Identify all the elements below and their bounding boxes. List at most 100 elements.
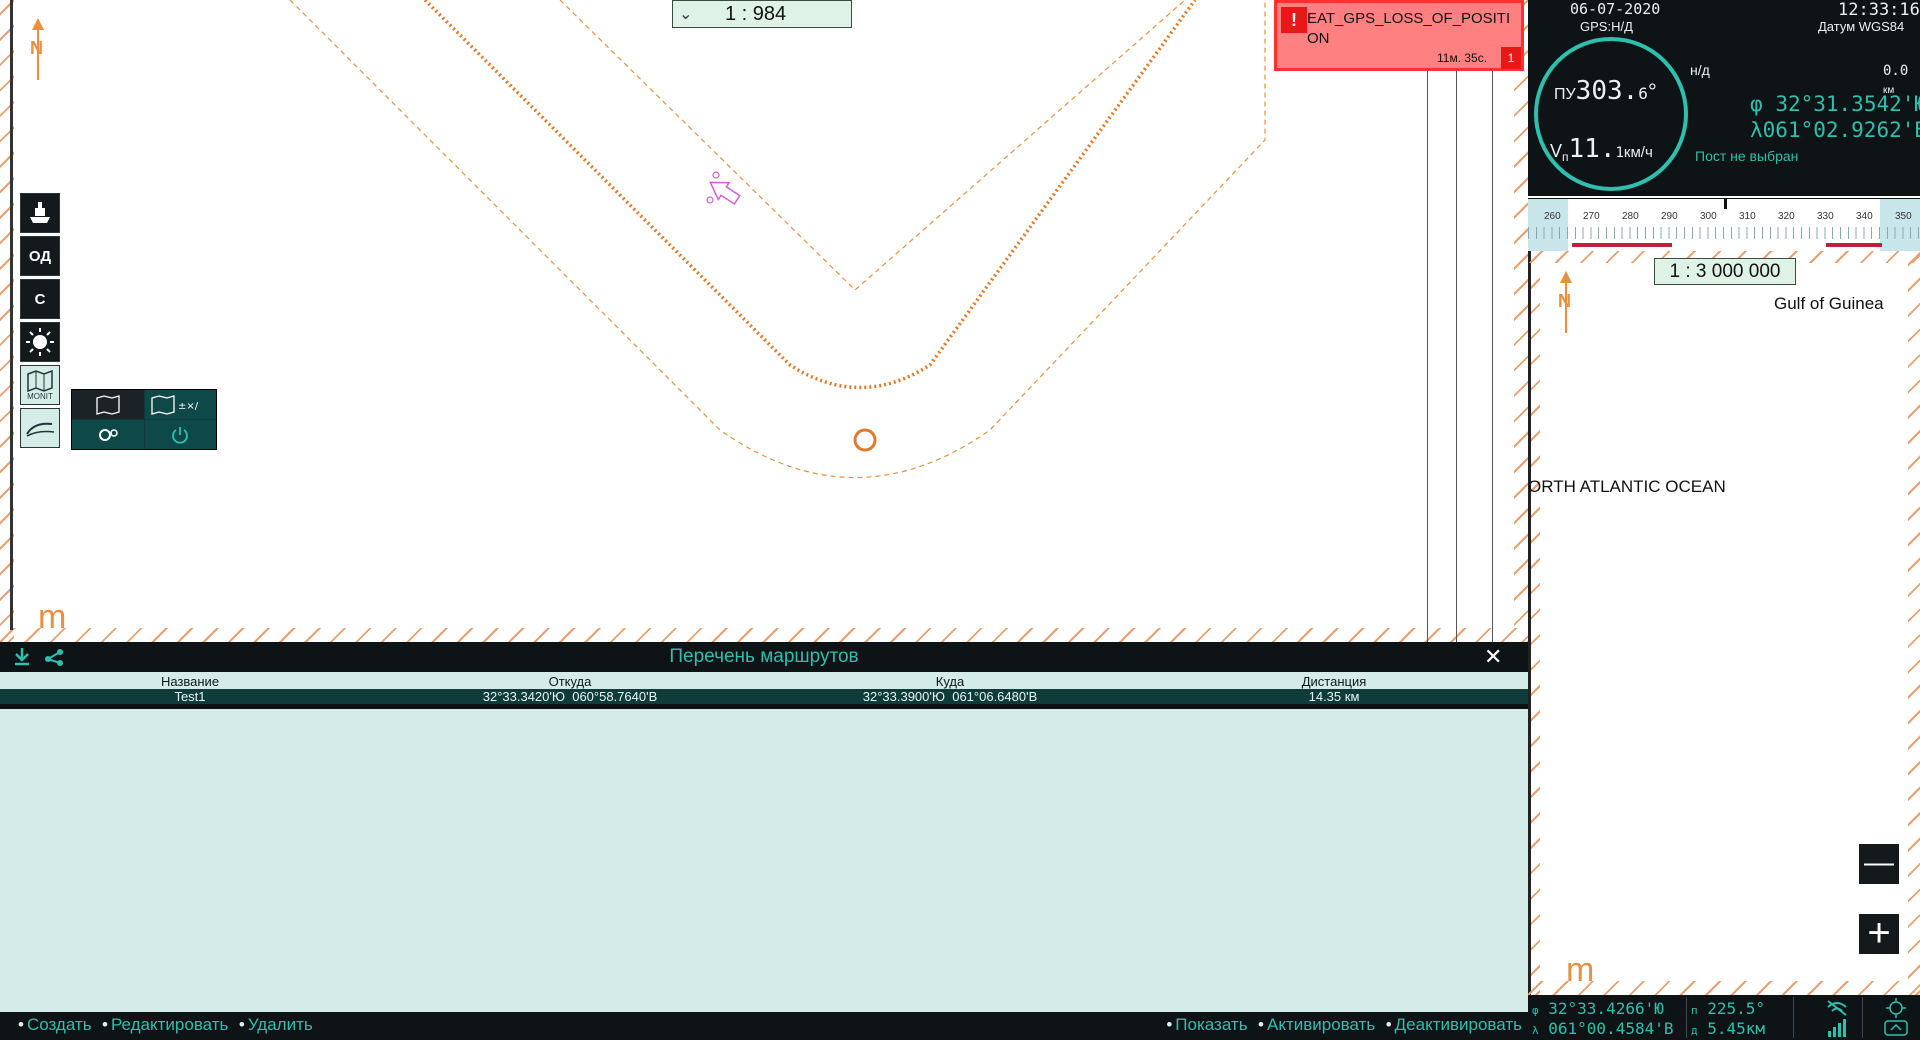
overview-units-label: m [1566,951,1595,989]
alarm-box[interactable]: ! EAT_GPS_LOSS_OF_POSITION 11м. 35с. 1 [1274,0,1524,71]
ruler-red-band [1826,243,1882,247]
routes-header: Перечень маршрутов ✕ [0,642,1528,672]
c-button-label: С [34,290,46,308]
cursor-lon-symbol: λ [1532,1024,1539,1037]
table-row-underline [0,704,1528,709]
speed-unit: км/ч [1623,144,1653,161]
cursor-lat-row: φ 32°33.4266'Ю [1532,999,1664,1018]
map-edit-icon[interactable]: ±×/ [144,390,216,419]
ruler-right-band [1880,199,1920,251]
post-label: Пост не выбран [1695,148,1799,164]
distance-value: 0.0 [1883,63,1909,79]
od-button[interactable]: ОД [20,236,60,276]
activate-button[interactable]: • Активировать [1258,1015,1375,1034]
heading-ruler[interactable]: 260 270 280 290 300 310 320 330 340 350 [1528,199,1920,251]
ruler-label: 270 [1583,211,1600,222]
range-row: д 5.45км [1691,1019,1765,1038]
actions-right: • Показать • Активировать • Деактивировать [1166,1015,1522,1035]
route-icon[interactable] [20,408,60,448]
main-chart[interactable]: N m ⌄ 1 : 984 ! EAT_GPS_LOSS_OF_POSITION… [0,0,1528,642]
ruler-heading-mark [1724,199,1727,209]
alarm-icon: ! [1281,7,1307,33]
overview-scale-box[interactable]: 1 : 3 000 000 [1654,258,1796,285]
ruler-label: 260 [1544,211,1561,222]
route-drawing [289,0,1266,479]
longitude-row: λ061°02.9262'В [1750,118,1920,142]
brightness-icon[interactable] [20,322,60,362]
display-mode-icon[interactable] [1884,1019,1908,1037]
overview-north-arrow-icon: N [1554,271,1578,333]
map-icon[interactable] [72,390,144,419]
overview-border-right [1908,251,1920,995]
deactivate-label: Деактивировать [1394,1015,1522,1034]
routes-table: Название Откуда Куда Дистанция Test1 32°… [0,674,1528,704]
column-header-name[interactable]: Название [0,674,380,689]
antenna-signal-icon[interactable] [1826,1019,1848,1037]
status-bar: φ 32°33.4266'Ю λ 061°00.4584'В п 225.5° … [1528,995,1920,1040]
signal-off-icon[interactable] [1826,999,1848,1017]
monit-button[interactable]: MONIT [20,365,60,405]
column-header-to[interactable]: Куда [760,674,1140,689]
ship-antenna-mark [712,171,720,179]
delete-label: Удалить [247,1015,313,1034]
bearing-value: 225.5° [1707,999,1766,1018]
bearing-label: п [1691,1004,1698,1017]
activate-label: Активировать [1266,1015,1376,1034]
monit-label: MONIT [27,391,53,401]
alarm-count: 1 [1501,47,1521,69]
course-prefix: ПУ [1554,86,1576,103]
longitude-value: 061°02.9262'В [1762,118,1920,142]
units-label: m [38,598,67,636]
course-value: 303. [1575,76,1639,106]
route-to-cell: 32°33.3900'Ю 061°06.6480'В [760,689,1140,704]
ship-icon[interactable] [20,193,60,233]
lat-symbol: φ [1750,92,1763,116]
range-label: д [1691,1024,1698,1037]
route-name-cell: Test1 [0,689,380,704]
speed-prefix: V [1550,141,1563,161]
close-icon[interactable]: ✕ [1484,644,1502,670]
routes-panel: Перечень маршрутов ✕ Название Откуда Куд… [0,642,1528,1040]
ruler-label: 320 [1778,211,1795,222]
route-distance-cell: 14.35 км [1140,689,1528,704]
ruler-label: 300 [1700,211,1717,222]
range-value: 5.45км [1707,1019,1766,1038]
zoom-out-button[interactable]: — [1859,844,1899,884]
cursor-lat-symbol: φ [1532,1004,1539,1017]
overview-chart[interactable]: 1 : 3 000 000 N Gulf of Guinea ORTH ATLA… [1528,251,1920,995]
ruler-red-band [1572,243,1672,247]
target-icon[interactable] [1886,998,1906,1018]
svg-text:±×/: ±×/ [178,401,199,412]
delete-button[interactable]: • Удалить [239,1015,313,1034]
zoom-in-button[interactable]: + [1859,913,1899,954]
course-decimal: 6 [1638,84,1648,103]
route-from-cell: 32°33.3420'Ю 060°58.7640'В [380,689,760,704]
route-xte-outer [289,0,1266,479]
power-icon[interactable] [144,420,216,449]
edit-button[interactable]: • Редактировать [102,1015,228,1034]
create-button[interactable]: • Создать [18,1015,92,1034]
ship-antenna-mark [706,196,714,204]
speed-value: 11. [1568,134,1616,164]
routes-table-header: Название Откуда Куда Дистанция [0,674,1528,689]
scale-value: 1 : 984 [725,3,787,25]
nav-panel: 06-07-2020 12:33:16 GPS:Н/Д Датум WGS84 … [1528,0,1920,200]
bearing-row: п 225.5° [1691,999,1765,1018]
overview-left-edge [1528,251,1531,995]
chevron-down-icon[interactable]: ⌄ [679,4,692,24]
deactivate-button[interactable]: • Деактивировать [1386,1015,1522,1034]
datum-label: Датум WGS84 [1818,19,1905,34]
north-arrow-icon: N [26,18,50,80]
routes-title: Перечень маршрутов [669,646,859,667]
ruler-label: 330 [1817,211,1834,222]
zoom-out-icon: — [1864,846,1894,879]
scale-box[interactable]: ⌄ 1 : 984 [672,0,852,28]
status-divider [1862,997,1863,1038]
column-header-from[interactable]: Откуда [380,674,760,689]
edit-label: Редактировать [110,1015,229,1034]
c-button[interactable]: С [20,279,60,319]
show-button[interactable]: • Показать [1166,1015,1247,1034]
table-row[interactable]: Test1 32°33.3420'Ю 060°58.7640'В 32°33.3… [0,689,1528,704]
column-header-distance[interactable]: Дистанция [1140,674,1528,689]
settings-icon[interactable] [72,420,144,449]
